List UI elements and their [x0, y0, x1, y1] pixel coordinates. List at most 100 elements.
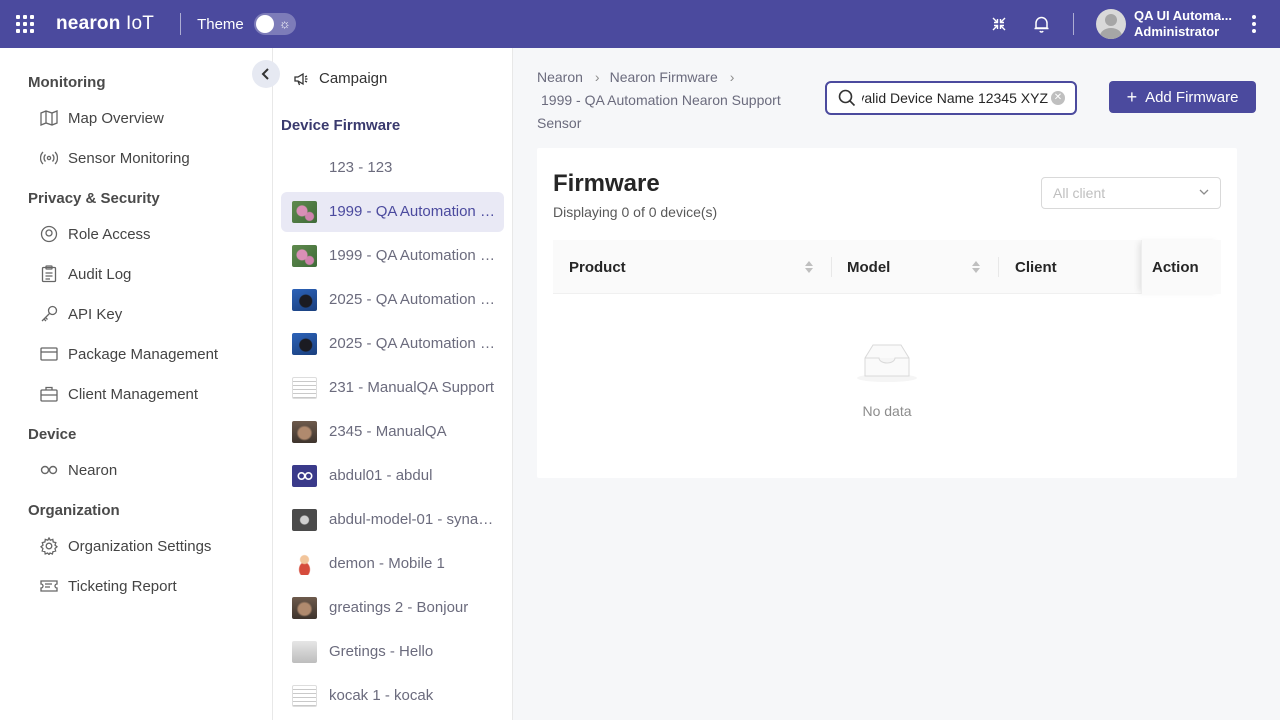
firmware-item-label: 2025 - QA Automation Nearon Support Sens…: [329, 291, 497, 308]
sidebar-item-label: Sensor Monitoring: [68, 149, 190, 167]
search-input[interactable]: [862, 90, 1048, 106]
sidebar-item-label: Role Access: [68, 225, 151, 243]
gear-icon: [40, 537, 58, 555]
sort-icon[interactable]: [971, 260, 981, 274]
divider: [1073, 13, 1075, 35]
firmware-list-item[interactable]: abdul-model-01 - synapse: [281, 500, 504, 540]
sidebar-item-map-overview[interactable]: Map Overview: [40, 106, 164, 130]
firmware-list-item[interactable]: 2345 - ManualQA: [281, 412, 504, 452]
firmware-thumbnail: [292, 377, 317, 399]
sort-icon[interactable]: [804, 260, 814, 274]
audit-log-icon: [40, 265, 58, 283]
chevron-right-icon: ›: [594, 69, 600, 85]
sidebar-item-nearon[interactable]: Nearon: [40, 458, 117, 482]
plus-icon: +: [1126, 87, 1138, 107]
column-header-action: Action: [1152, 258, 1199, 276]
firmware-list-item[interactable]: 2025 - QA Automation Nearon Support Sens…: [281, 324, 504, 364]
top-bar: nearon IoT Theme ☼ QA UI Automa... Admin…: [0, 0, 1280, 48]
firmware-item-label: 123 - 123: [329, 159, 393, 176]
avatar: [1096, 9, 1127, 39]
firmware-list-item[interactable]: 123 - 123: [281, 148, 504, 188]
sidebar-item-package-management[interactable]: Package Management: [40, 342, 218, 366]
sidebar-item-label: Organization Settings: [68, 537, 212, 555]
chevron-right-icon: ›: [729, 69, 735, 85]
brand-logo[interactable]: nearon IoT: [56, 13, 154, 35]
firmware-list-item[interactable]: 2025 - QA Automation Nearon Support Sens…: [281, 280, 504, 320]
device-firmware-panel: Campaign Device Firmware 123 - 123 1999 …: [273, 48, 513, 720]
top-bar-actions: QA UI Automa... Administrator: [989, 0, 1280, 48]
firmware-list-item[interactable]: 1999 - QA Automation Nearon Support Sens…: [281, 192, 504, 232]
page-title: Firmware: [553, 170, 660, 197]
sidebar-item-audit-log[interactable]: Audit Log: [40, 262, 131, 286]
breadcrumb-nearon-firmware[interactable]: Nearon Firmware: [610, 69, 718, 85]
nav-section-monitoring: Monitoring: [28, 74, 106, 91]
firmware-list-item[interactable]: Gretings - Hello: [281, 632, 504, 672]
add-firmware-button[interactable]: + Add Firmware: [1109, 81, 1256, 113]
breadcrumb-nearon[interactable]: Nearon: [537, 69, 583, 85]
chevron-down-icon: [1199, 189, 1209, 195]
firmware-card: Firmware Displaying 0 of 0 device(s) All…: [537, 148, 1237, 478]
action-column-header: Action: [1141, 240, 1221, 294]
nav-section-device: Device: [28, 426, 77, 443]
megaphone-icon: [294, 72, 308, 85]
firmware-thumbnail: [292, 333, 317, 355]
table-header: Product Model Client Action: [553, 240, 1221, 294]
theme-toggle[interactable]: ☼: [253, 13, 296, 35]
role-icon: [40, 225, 58, 243]
firmware-thumbnail: [292, 421, 317, 443]
sidebar-item-client-management[interactable]: Client Management: [40, 382, 198, 406]
ticket-icon: [40, 577, 58, 595]
firmware-thumbnail: [292, 685, 317, 707]
firmware-thumbnail: [292, 641, 317, 663]
firmware-list-item[interactable]: 1999 - QA Automation Nearon Support Sens…: [281, 236, 504, 276]
sidebar-item-label: Nearon: [68, 461, 118, 479]
firmware-item-label: 1999 - QA Automation Nearon Support Sens…: [329, 203, 497, 220]
column-header-product[interactable]: Product: [569, 240, 626, 294]
main-content: Nearon › Nearon Firmware › 1999 - QA Automa…: [513, 48, 1280, 720]
app-grid-icon[interactable]: [16, 15, 34, 33]
sidebar-item-label: Map Overview: [68, 109, 164, 127]
firmware-list-item[interactable]: kocak 1 - kocak: [281, 676, 504, 716]
firmware-list-item[interactable]: greatings 2 - Bonjour: [281, 588, 504, 628]
firmware-item-label: 2025 - QA Automation Nearon Support Sens…: [329, 335, 497, 352]
broadcast-icon: [40, 149, 58, 167]
nav-section-organization: Organization: [28, 502, 120, 519]
user-menu[interactable]: QA UI Automa... Administrator: [1096, 8, 1232, 40]
sun-icon: ☼: [278, 16, 291, 31]
sidebar-item-ticketing-report[interactable]: Ticketing Report: [40, 574, 177, 598]
package-icon: [40, 345, 58, 363]
firmware-item-label: kocak 1 - kocak: [329, 687, 434, 704]
firmware-list-item[interactable]: demon - Mobile 1: [281, 544, 504, 584]
logo-main-text: nearon: [56, 13, 121, 34]
more-menu-icon[interactable]: [1252, 15, 1256, 33]
sidebar-item-label: Package Management: [68, 345, 219, 363]
firmware-list-item[interactable]: abdul01 - abdul: [281, 456, 504, 496]
column-header-model[interactable]: Model: [847, 240, 890, 294]
user-info: QA UI Automa... Administrator: [1134, 8, 1232, 40]
sidebar-item-role-access[interactable]: Role Access: [40, 222, 151, 246]
user-name: QA UI Automa...: [1134, 8, 1232, 23]
clear-icon[interactable]: ✕: [1051, 91, 1065, 105]
firmware-list-item[interactable]: 231 - ManualQA Support: [281, 368, 504, 408]
sidebar-item-api-key[interactable]: API Key: [40, 302, 122, 326]
firmware-item-label: 1999 - QA Automation Nearon Support Sens…: [329, 247, 497, 264]
search-box[interactable]: ✕: [825, 81, 1077, 115]
client-filter-select[interactable]: All client: [1041, 177, 1221, 209]
sidebar-item-sensor-monitoring[interactable]: Sensor Monitoring: [40, 146, 190, 170]
firmware-thumbnail: [292, 553, 317, 575]
firmware-item-label: demon - Mobile 1: [329, 555, 445, 572]
firmware-item-label: 231 - ManualQA Support: [329, 379, 495, 396]
column-header-client: Client: [1015, 258, 1057, 276]
firmware-item-label: abdul01 - abdul: [329, 467, 433, 484]
bell-icon[interactable]: [1031, 14, 1051, 34]
sidebar-item-organization-settings[interactable]: Organization Settings: [40, 534, 211, 558]
firmware-thumbnail: [292, 465, 317, 487]
campaign-label: Campaign: [319, 70, 388, 87]
sidebar-collapse-button[interactable]: [252, 60, 280, 88]
collapse-arrows-icon[interactable]: [989, 14, 1009, 34]
user-role: Administrator: [1134, 24, 1220, 39]
campaign-link[interactable]: Campaign: [293, 70, 387, 87]
empty-state-text: No data: [862, 403, 912, 419]
firmware-item-label: Gretings - Hello: [329, 643, 434, 660]
nav-section-privacy-security: Privacy & Security: [28, 190, 160, 207]
